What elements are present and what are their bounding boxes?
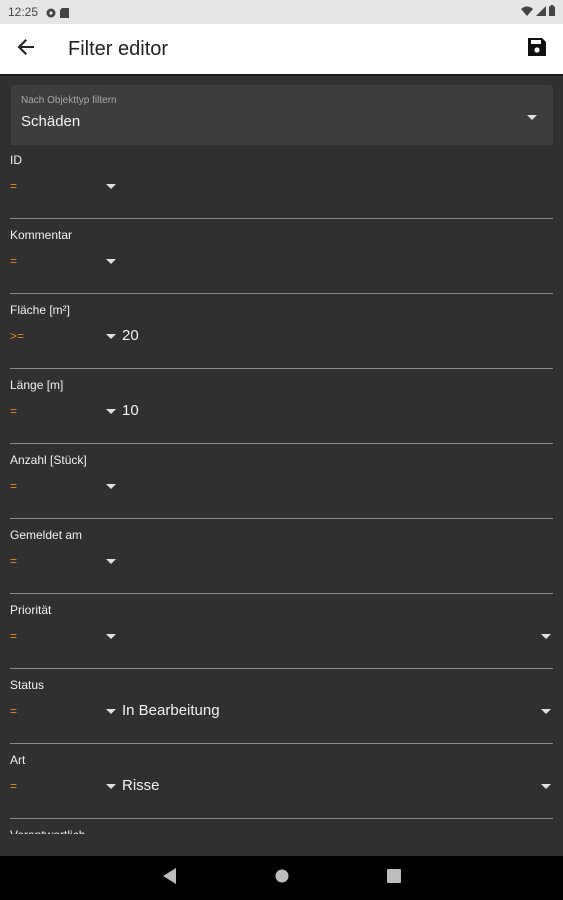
- operator-select[interactable]: =: [10, 404, 17, 418]
- operator-select[interactable]: =: [10, 704, 17, 718]
- row-divider: [10, 368, 553, 369]
- filter-row: Anzahl [Stück] =: [10, 446, 553, 521]
- filter-row: Kommentar =: [10, 221, 553, 296]
- object-type-select[interactable]: Nach Objekttyp filtern Schäden: [11, 85, 553, 145]
- recents-square-icon[interactable]: [386, 868, 401, 888]
- status-time: 12:25: [8, 5, 39, 19]
- operator-select[interactable]: =: [10, 629, 17, 643]
- filter-row: Verantwortlich: [10, 821, 553, 834]
- filter-value-input[interactable]: 10: [122, 402, 139, 419]
- operator-dropdown-icon[interactable]: [106, 409, 116, 414]
- operator-select[interactable]: =: [10, 179, 17, 193]
- filter-value-input[interactable]: Risse: [122, 777, 160, 794]
- filter-row-label: Art: [10, 753, 26, 767]
- row-divider: [10, 668, 553, 669]
- sim-icon: [60, 7, 70, 18]
- battery-icon: [549, 5, 555, 19]
- filter-row: Priorität =: [10, 596, 553, 671]
- save-button[interactable]: [511, 23, 563, 75]
- filter-row-label: Verantwortlich: [10, 828, 85, 834]
- filter-value-input[interactable]: 20: [122, 327, 139, 344]
- row-divider: [10, 743, 553, 744]
- operator-select[interactable]: =: [10, 479, 17, 493]
- operator-dropdown-icon[interactable]: [106, 484, 116, 489]
- filter-row-label: Gemeldet am: [10, 528, 83, 542]
- filter-row: Art = Risse: [10, 746, 553, 821]
- operator-dropdown-icon[interactable]: [106, 184, 116, 189]
- row-divider: [10, 518, 553, 519]
- wifi-icon: [521, 5, 533, 19]
- filter-value-input[interactable]: In Bearbeitung: [122, 702, 220, 719]
- object-type-label: Nach Objekttyp filtern: [21, 95, 117, 106]
- page-title: Filter editor: [68, 37, 169, 60]
- home-circle-icon[interactable]: [275, 869, 289, 888]
- back-button[interactable]: [0, 23, 52, 75]
- filter-row: ID =: [10, 146, 553, 221]
- filter-row-label: Priorität: [10, 603, 52, 617]
- filter-row-label: Anzahl [Stück]: [10, 453, 87, 467]
- floppy-disk-save-icon: [528, 37, 546, 61]
- settings-notification-icon: [46, 7, 56, 18]
- status-bar: 12:25: [0, 0, 563, 24]
- signal-icon: [536, 5, 546, 19]
- filter-row: Länge [m] = 10: [10, 371, 553, 446]
- arrow-back-icon: [17, 38, 35, 61]
- operator-dropdown-icon[interactable]: [106, 784, 116, 789]
- operator-dropdown-icon[interactable]: [106, 634, 116, 639]
- operator-dropdown-icon[interactable]: [106, 559, 116, 564]
- filter-row-label: Kommentar: [10, 228, 73, 242]
- operator-dropdown-icon[interactable]: [106, 334, 116, 339]
- operator-dropdown-icon[interactable]: [106, 259, 116, 264]
- operator-select[interactable]: =: [10, 554, 17, 568]
- operator-select[interactable]: =: [10, 779, 17, 793]
- filter-row-label: ID: [10, 153, 22, 167]
- filter-row: Status = In Bearbeitung: [10, 671, 553, 746]
- back-triangle-icon[interactable]: [162, 867, 177, 889]
- operator-select[interactable]: =: [10, 254, 17, 268]
- value-dropdown-icon[interactable]: [541, 634, 551, 639]
- row-divider: [10, 218, 553, 219]
- filter-row-label: Status: [10, 678, 45, 692]
- value-dropdown-icon[interactable]: [541, 784, 551, 789]
- operator-select[interactable]: >=: [10, 329, 24, 343]
- filter-row: Fläche [m²] >= 20: [10, 296, 553, 371]
- chevron-down-icon: [527, 115, 537, 120]
- value-dropdown-icon[interactable]: [541, 709, 551, 714]
- filter-form[interactable]: Nach Objekttyp filtern Schäden ID = Kommen…: [0, 78, 563, 834]
- navigation-bar: [0, 856, 563, 900]
- filter-row-label: Länge [m]: [10, 378, 64, 392]
- filter-row: Gemeldet am =: [10, 521, 553, 596]
- row-divider: [10, 818, 553, 819]
- operator-dropdown-icon[interactable]: [106, 709, 116, 714]
- object-type-value: Schäden: [21, 113, 81, 130]
- filter-row-label: Fläche [m²]: [10, 303, 71, 317]
- row-divider: [10, 593, 553, 594]
- row-divider: [10, 293, 553, 294]
- app-bar: Filter editor: [0, 24, 563, 76]
- row-divider: [10, 443, 553, 444]
